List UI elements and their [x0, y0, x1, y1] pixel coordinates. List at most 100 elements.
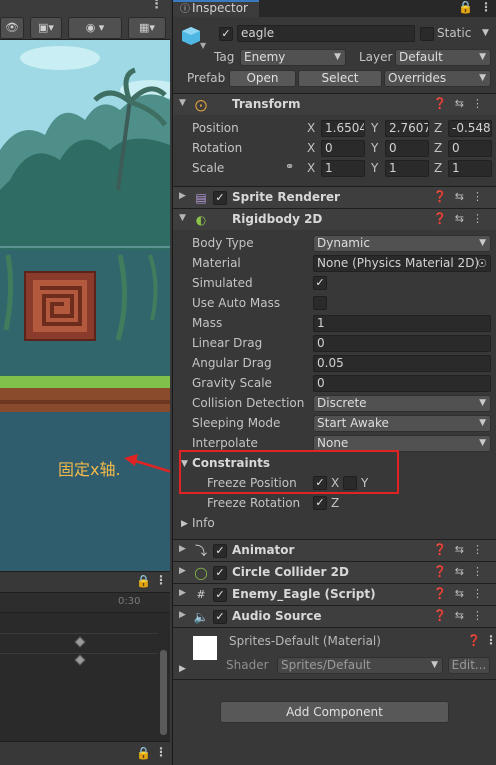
shader-edit-button[interactable]: Edit...: [448, 657, 490, 674]
rigidbody-header[interactable]: ▼ ◐ Rigidbody 2D ❓⇆⋮: [173, 208, 496, 230]
inspector-panel: ⓘ Inspector 🔒 ⋮ ▼ ✓ eagle Static ▼ Tag En…: [172, 0, 496, 765]
position-y-field[interactable]: 2.7607: [385, 120, 429, 137]
material-swatch[interactable]: [193, 636, 217, 660]
body-type-value: Dynamic: [317, 236, 370, 250]
more-options-icon[interactable]: ⋮: [155, 745, 167, 759]
audio-source-header[interactable]: ▶ 🔈 ✓ Audio Source ❓⇆⋮: [173, 605, 496, 627]
scale-z-field[interactable]: 1: [448, 160, 492, 177]
info-label[interactable]: Info: [192, 516, 215, 530]
component-header-icons[interactable]: ❓⇆⋮: [433, 587, 491, 600]
tag-value: Enemy: [244, 50, 286, 64]
timeline-ruler[interactable]: 0:30: [0, 593, 170, 613]
component-header-icons[interactable]: ❓⇆⋮: [433, 609, 491, 622]
transform-header[interactable]: ▼ ⨀ Transform ❓⇆⋮: [173, 93, 496, 115]
component-header-icons[interactable]: ❓⇆⋮: [433, 565, 491, 578]
component-header-icons[interactable]: ❓⇆⋮: [433, 543, 491, 556]
freeze-rotation-z-checkbox[interactable]: ✓: [313, 496, 327, 510]
animator-title: Animator: [232, 543, 295, 557]
keyframe[interactable]: [74, 654, 86, 666]
gravity-scale-field[interactable]: 0: [313, 375, 491, 392]
shader-value: Sprites/Default: [281, 658, 371, 672]
rigidbody-title: Rigidbody 2D: [232, 212, 323, 226]
static-checkbox[interactable]: [420, 27, 434, 41]
body-type-dropdown[interactable]: Dynamic ▼: [313, 235, 491, 252]
lock-icon[interactable]: 🔒: [458, 0, 473, 14]
freeze-rotation-z-label: Z: [331, 496, 340, 510]
component-header-icons[interactable]: ❓⇆⋮: [433, 212, 491, 225]
scene-view[interactable]: 固定x轴.: [0, 40, 170, 571]
layers-dropdown-button[interactable]: ▦▾: [128, 17, 166, 39]
material-field[interactable]: None (Physics Material 2D) ☉: [313, 255, 491, 272]
layer-dropdown[interactable]: Default ▼: [395, 49, 491, 66]
sleeping-mode-dropdown[interactable]: Start Awake ▼: [313, 415, 491, 432]
enemy-eagle-enabled-checkbox[interactable]: ✓: [213, 588, 227, 602]
sprite-renderer-enabled-checkbox[interactable]: ✓: [213, 191, 227, 205]
chevron-down-icon[interactable]: ▼: [200, 41, 206, 50]
sleeping-mode-label: Sleeping Mode: [192, 416, 281, 430]
timeline-tracks[interactable]: [0, 613, 170, 741]
circle-collider-header[interactable]: ▶ ◯ ✓ Circle Collider 2D ❓⇆⋮: [173, 561, 496, 583]
visibility-toggle-button[interactable]: 👁: [0, 17, 24, 39]
more-options-icon[interactable]: ⋮: [155, 573, 167, 587]
sprite-renderer-title: Sprite Renderer: [232, 190, 340, 204]
constraints-highlight-box: [179, 450, 399, 494]
component-header-icons[interactable]: ❓⇆⋮: [433, 97, 491, 110]
sprite-renderer-header[interactable]: ▶ ▤ ✓ Sprite Renderer ❓⇆⋮: [173, 186, 496, 208]
use-auto-mass-checkbox[interactable]: [313, 296, 327, 310]
audio-source-enabled-checkbox[interactable]: ✓: [213, 610, 227, 624]
material-name: Sprites-Default (Material): [229, 634, 381, 648]
timeline-scrollbar[interactable]: [160, 650, 167, 735]
camera-dropdown-button[interactable]: ▣▾: [30, 17, 62, 39]
object-name-field[interactable]: eagle: [237, 25, 415, 42]
prefab-open-button[interactable]: Open: [229, 70, 296, 87]
active-checkbox[interactable]: ✓: [219, 27, 233, 41]
scale-y-field[interactable]: 1: [385, 160, 429, 177]
gizmo-dropdown-button[interactable]: ◉ ▾: [68, 17, 122, 39]
position-x-field[interactable]: 1.6504: [321, 120, 365, 137]
collision-detection-value: Discrete: [317, 396, 367, 410]
lock-icon[interactable]: 🔒: [136, 574, 151, 588]
more-options-icon[interactable]: ⋮: [480, 0, 492, 14]
angular-drag-field[interactable]: 0.05: [313, 355, 491, 372]
prefab-overrides-dropdown[interactable]: Overrides ▼: [384, 70, 491, 87]
material-label: Material: [192, 256, 241, 270]
add-component-button[interactable]: Add Component: [220, 701, 449, 723]
chevron-down-icon[interactable]: ▼: [482, 28, 489, 38]
chevron-right-icon[interactable]: ▶: [181, 519, 188, 529]
animator-header[interactable]: ▶ ⤵ ✓ Animator ❓⇆⋮: [173, 539, 496, 561]
gravity-scale-label: Gravity Scale: [192, 376, 272, 390]
tag-dropdown[interactable]: Enemy ▼: [240, 49, 346, 66]
help-icon[interactable]: ❓: [467, 634, 481, 647]
scale-z-label: Z: [434, 161, 443, 175]
simulated-checkbox[interactable]: ✓: [313, 276, 327, 290]
position-z-field[interactable]: -0.548: [448, 120, 492, 137]
rotation-x-field[interactable]: 0: [321, 140, 365, 157]
tab-inspector-label: Inspector: [192, 1, 248, 15]
chevron-right-icon: ▶: [179, 588, 186, 598]
material-value: None (Physics Material 2D): [317, 256, 480, 270]
collision-detection-label: Collision Detection: [192, 396, 305, 410]
more-options-icon[interactable]: ⋮: [485, 633, 496, 647]
keyframe[interactable]: [74, 636, 86, 648]
collision-detection-dropdown[interactable]: Discrete ▼: [313, 395, 491, 412]
more-options-icon[interactable]: ⋮: [150, 0, 163, 12]
rotation-y-field[interactable]: 0: [385, 140, 429, 157]
tab-inspector[interactable]: ⓘ Inspector: [173, 0, 259, 17]
shader-dropdown[interactable]: Sprites/Default ▼: [277, 657, 443, 674]
chevron-right-icon[interactable]: ▶: [179, 664, 186, 674]
object-picker-icon[interactable]: ☉: [477, 256, 487, 271]
linear-drag-field[interactable]: 0: [313, 335, 491, 352]
mass-field[interactable]: 1: [313, 315, 491, 332]
link-icon[interactable]: ⚭: [285, 160, 294, 173]
lock-icon[interactable]: 🔒: [136, 746, 151, 760]
position-z-label: Z: [434, 121, 443, 135]
prefab-select-button[interactable]: Select: [298, 70, 382, 87]
rotation-z-field[interactable]: 0: [448, 140, 492, 157]
chevron-down-icon: ▼: [334, 52, 341, 62]
chevron-right-icon: ▶: [179, 610, 186, 620]
animator-enabled-checkbox[interactable]: ✓: [213, 544, 227, 558]
enemy-eagle-script-header[interactable]: ▶ # ✓ Enemy_Eagle (Script) ❓⇆⋮: [173, 583, 496, 605]
circle-collider-enabled-checkbox[interactable]: ✓: [213, 566, 227, 580]
component-header-icons[interactable]: ❓⇆⋮: [433, 190, 491, 203]
scale-x-field[interactable]: 1: [321, 160, 365, 177]
